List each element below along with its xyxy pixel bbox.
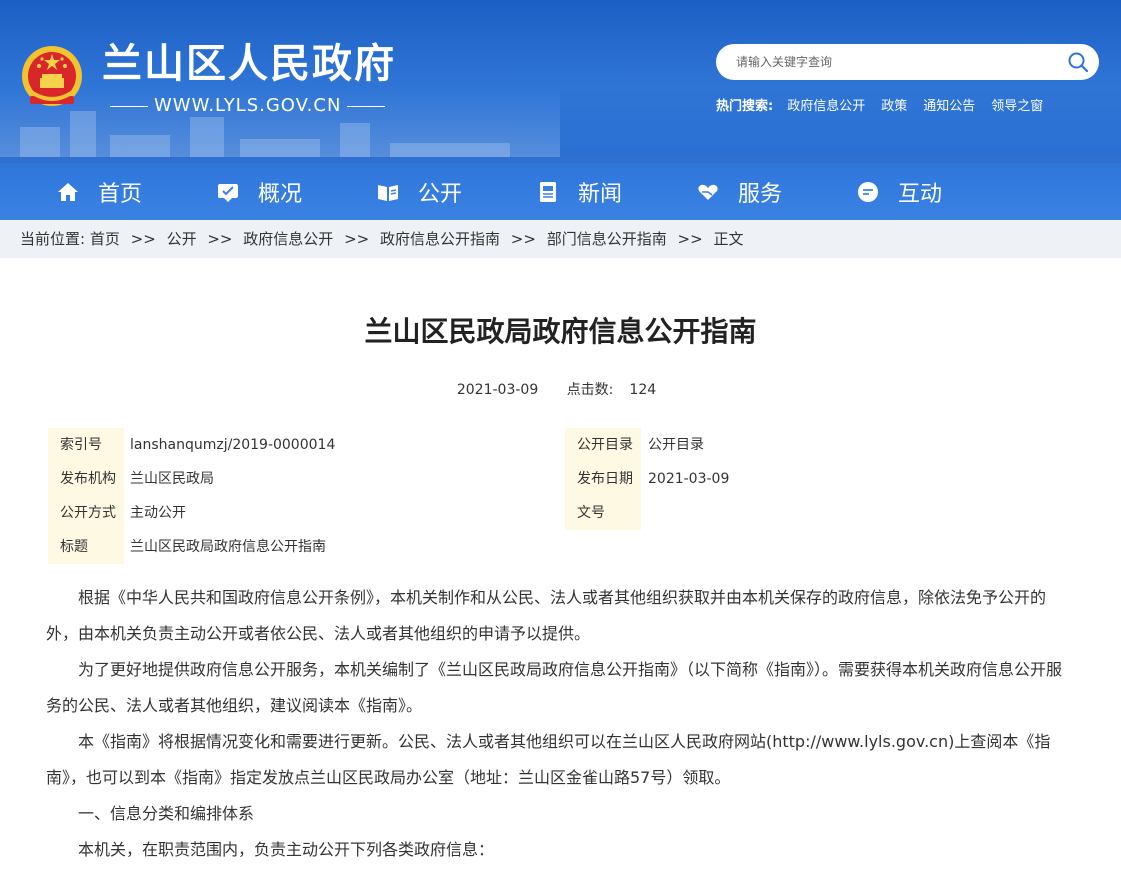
article-paragraph: 根据《中华人民共和国政府信息公开条例》，本机关制作和从公民、法人或者其他组织获取…	[46, 588, 1047, 643]
hot-link-info-open[interactable]: 政府信息公开	[787, 95, 865, 114]
breadcrumb-guide[interactable]: 政府信息公开指南	[380, 230, 500, 248]
nav-label-overview: 概况	[258, 181, 303, 207]
news-icon	[540, 181, 556, 202]
breadcrumb-gov-info-open[interactable]: 政府信息公开	[243, 230, 333, 248]
site-url-text: WWW.LYLS.GOV.CN	[154, 95, 342, 116]
info-row: 索引号 lanshanqumzj/2019-0000014 公开目录 公开目录	[48, 428, 1078, 462]
nav-label-news: 新闻	[578, 181, 623, 207]
info-label-method: 公开方式	[48, 496, 124, 530]
nav-label-service: 服务	[738, 181, 783, 207]
info-value-index: lanshanqumzj/2019-0000014	[130, 437, 336, 453]
nav-item-interact[interactable]: 互动	[856, 163, 942, 220]
info-value-method: 主动公开	[130, 505, 186, 521]
heart-hand-icon	[698, 184, 718, 200]
article-title: 兰山区民政局政府信息公开指南	[364, 315, 757, 348]
nav-item-service[interactable]: 服务	[696, 163, 782, 220]
nav-item-overview[interactable]: 概况	[216, 163, 302, 220]
info-row: 发布机构 兰山区民政局 发布日期 2021-03-09	[48, 462, 1078, 496]
nav-label-open: 公开	[418, 181, 463, 207]
nav-label-home: 首页	[98, 181, 143, 207]
article-paragraph: 本机关，在职责范围内，负责主动公开下列各类政府信息：	[78, 840, 495, 859]
info-row: 公开方式 主动公开 文号	[48, 496, 1078, 530]
breadcrumb-separator: >>	[207, 230, 233, 248]
search-box	[716, 44, 1099, 80]
info-label-subject: 标题	[48, 530, 124, 564]
breadcrumb-home[interactable]: 首页	[90, 230, 120, 248]
hot-link-leaders[interactable]: 领导之窗	[991, 95, 1043, 114]
nav-item-open[interactable]: 公开	[376, 163, 462, 220]
info-label-docno: 文号	[565, 496, 641, 530]
article-body: 根据《中华人民共和国政府信息公开条例》，本机关制作和从公民、法人或者其他组织获取…	[46, 580, 1076, 868]
book-icon	[378, 184, 398, 201]
site-header: 兰山区人民政府 WWW.LYLS.GOV.CN 热门搜索: 政府信息公开 政策 …	[0, 0, 1121, 157]
chat-icon	[858, 181, 878, 202]
info-label-catalog: 公开目录	[565, 428, 641, 462]
hits-count: 124	[629, 382, 657, 398]
hot-search-label: 热门搜索:	[716, 99, 774, 114]
breadcrumb-dept-guide[interactable]: 部门信息公开指南	[547, 230, 667, 248]
breadcrumb-current: 正文	[713, 230, 744, 248]
home-icon	[58, 182, 78, 201]
site-title: 兰山区人民政府	[102, 41, 396, 87]
nav-label-interact: 互动	[898, 181, 943, 207]
breadcrumb-separator: >>	[677, 230, 703, 248]
info-label-index: 索引号	[48, 428, 124, 462]
article-paragraph: 为了更好地提供政府信息公开服务，本机关编制了《兰山区民政局政府信息公开指南》（以…	[46, 660, 1063, 715]
info-value-org: 兰山区民政局	[130, 471, 214, 487]
info-row: 标题 兰山区民政局政府信息公开指南	[48, 530, 1078, 564]
hot-link-policy[interactable]: 政策	[881, 95, 907, 114]
breadcrumb: 当前位置: 首页 >> 公开 >> 政府信息公开 >> 政府信息公开指南 >> …	[0, 220, 1121, 258]
profile-icon	[218, 183, 238, 202]
search-input[interactable]	[736, 44, 1056, 80]
article-paragraph: 本《指南》将根据情况变化和需要进行更新。公民、法人或者其他组织可以在兰山区人民政…	[46, 732, 1051, 787]
article-meta: 2021-03-09 点击数: 124	[0, 380, 1121, 400]
info-label-org: 发布机构	[48, 462, 124, 496]
info-label-pubdate: 发布日期	[565, 462, 641, 496]
article-date: 2021-03-09	[456, 382, 539, 398]
article-section-heading: 一、信息分类和编排体系	[78, 804, 255, 823]
nav-item-home[interactable]: 首页	[56, 163, 142, 220]
breadcrumb-separator: >>	[510, 230, 536, 248]
national-emblem-icon	[22, 46, 82, 106]
info-value-pubdate: 2021-03-09	[648, 471, 730, 487]
nav-item-news[interactable]: 新闻	[536, 163, 622, 220]
site-url: WWW.LYLS.GOV.CN	[104, 94, 391, 118]
breadcrumb-separator: >>	[344, 230, 370, 248]
main-nav: 首页 概况 公开 新闻 服务 互动	[0, 157, 1121, 220]
search-icon[interactable]	[1067, 51, 1089, 73]
breadcrumb-separator: >>	[130, 230, 156, 248]
breadcrumb-prefix: 当前位置:	[20, 230, 86, 248]
breadcrumb-open[interactable]: 公开	[167, 230, 197, 248]
hot-search: 热门搜索: 政府信息公开 政策 通知公告 领导之窗	[716, 95, 1043, 114]
info-value-catalog: 公开目录	[648, 437, 704, 453]
hits-label: 点击数:	[566, 382, 614, 398]
info-value-subject: 兰山区民政局政府信息公开指南	[130, 539, 326, 555]
hot-link-notice[interactable]: 通知公告	[923, 95, 975, 114]
